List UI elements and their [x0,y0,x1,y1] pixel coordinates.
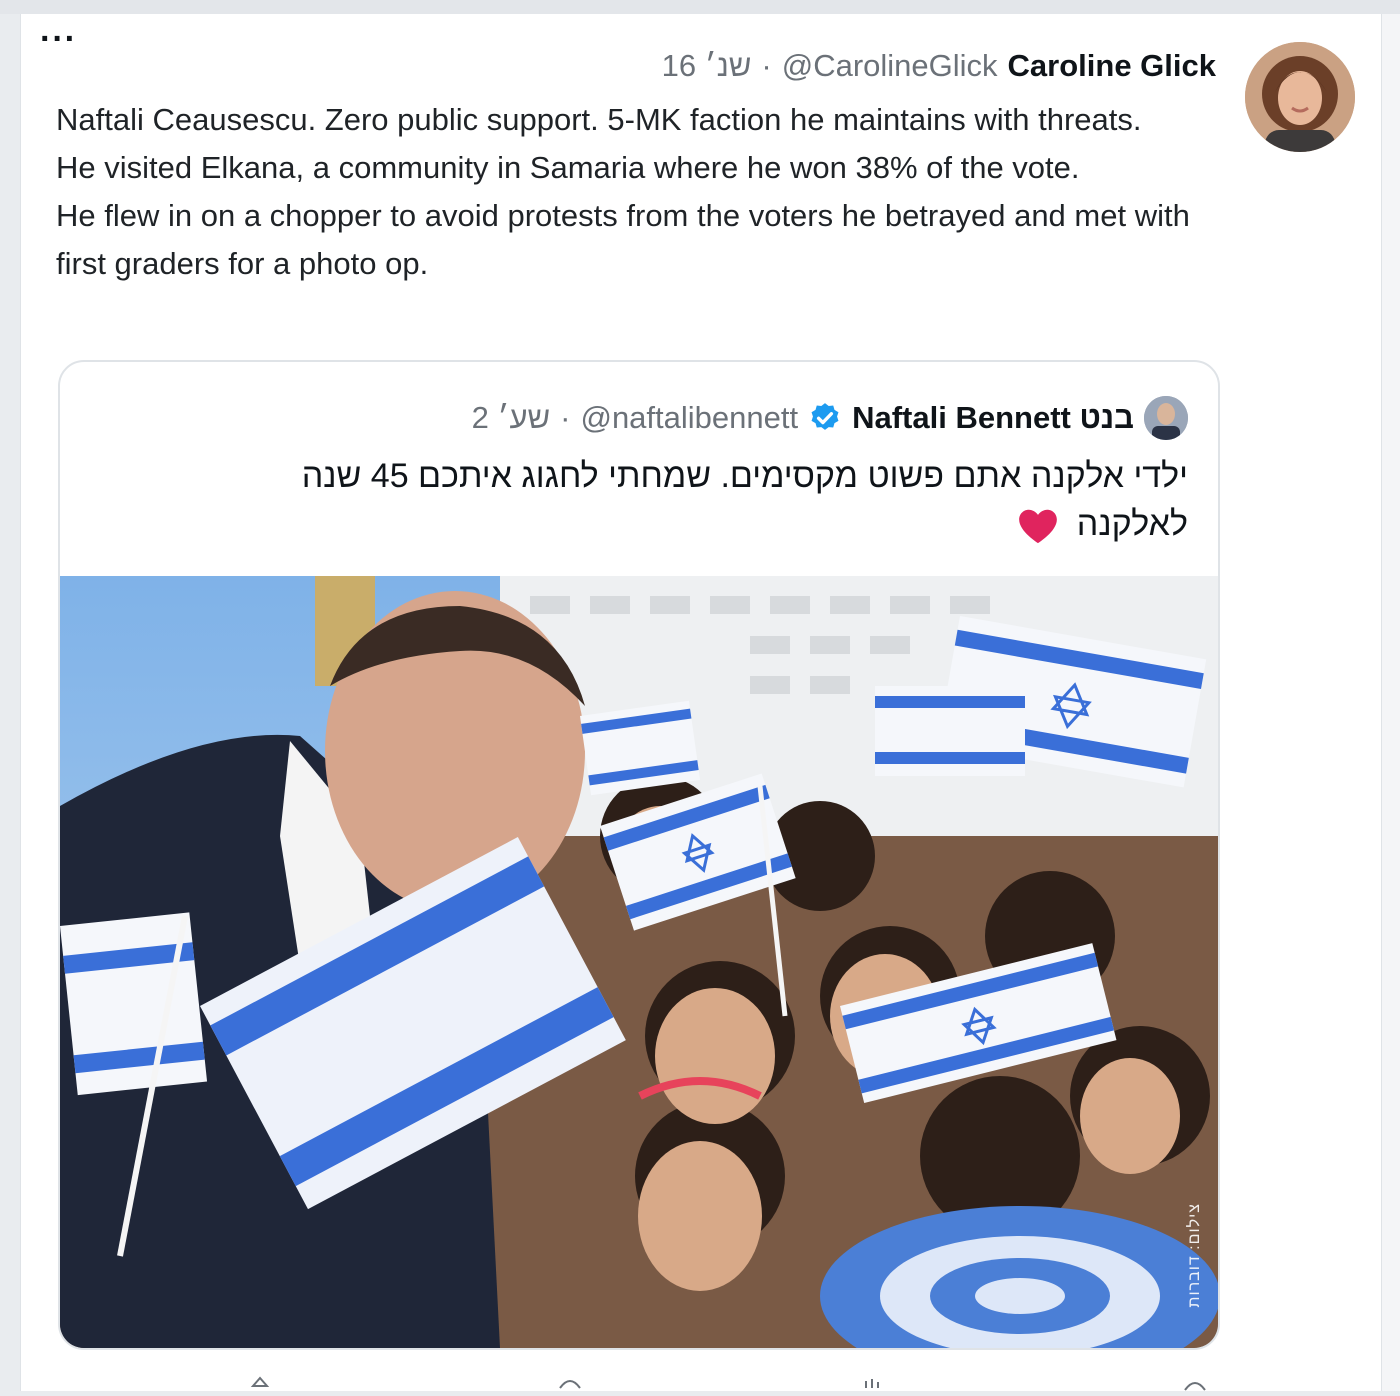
tweet-header: Caroline Glick @CarolineGlick · 16 שנ׳ [662,46,1216,86]
quoted-tweet[interactable]: Naftali Bennett בנט @naftalibennett · 2 … [58,360,1220,1350]
verified-badge-icon [811,403,839,430]
share-icon[interactable] [1180,1376,1210,1391]
quoted-tweet-text: ילדי אלקנה אתם פשוט מקסימים. שמחתי לחגוג… [188,452,1188,548]
more-icon: ··· [40,20,77,58]
tweet-text: Naftali Ceausescu. Zero public support. … [56,96,1236,288]
author-name[interactable]: Caroline Glick [1008,48,1216,84]
scrollbar[interactable] [1382,14,1400,1391]
tweet-line: Naftali Ceausescu. Zero public support. … [56,102,1142,137]
quoted-author-handle[interactable]: @naftalibennett [580,400,798,436]
retweet-icon[interactable] [555,1376,585,1391]
photo-crowd-with-flags [60,576,1218,1348]
quoted-timestamp[interactable]: 2 שע׳ [472,400,550,436]
like-icon[interactable] [860,1376,890,1391]
separator-dot: · [761,48,772,83]
quoted-author-name[interactable]: Naftali Bennett בנט [852,400,1134,436]
quoted-tweet-header: Naftali Bennett בנט @naftalibennett · 2 … [472,392,1188,444]
quoted-author-avatar[interactable] [1144,396,1188,440]
author-avatar[interactable] [1245,42,1355,152]
separator-dot: · [560,400,571,435]
tweet-action-bar [0,1376,1400,1391]
reply-icon[interactable] [245,1376,275,1391]
tweet-line: He visited Elkana, a community in Samari… [56,150,1080,185]
red-heart-icon [1019,509,1058,544]
quoted-avatar-portrait [1144,396,1188,440]
photo-credit: צילום: דוברות [1186,1203,1203,1308]
author-handle[interactable]: @CarolineGlick [782,48,998,84]
tweet-line: He flew in on a chopper to avoid protest… [56,198,1190,281]
tweet-timestamp[interactable]: 16 שנ׳ [662,48,752,84]
tweet-photo[interactable]: צילום: דוברות [60,576,1218,1348]
more-options-button[interactable]: ··· [40,22,90,60]
avatar-portrait [1245,42,1355,152]
top-bar [0,0,1400,14]
